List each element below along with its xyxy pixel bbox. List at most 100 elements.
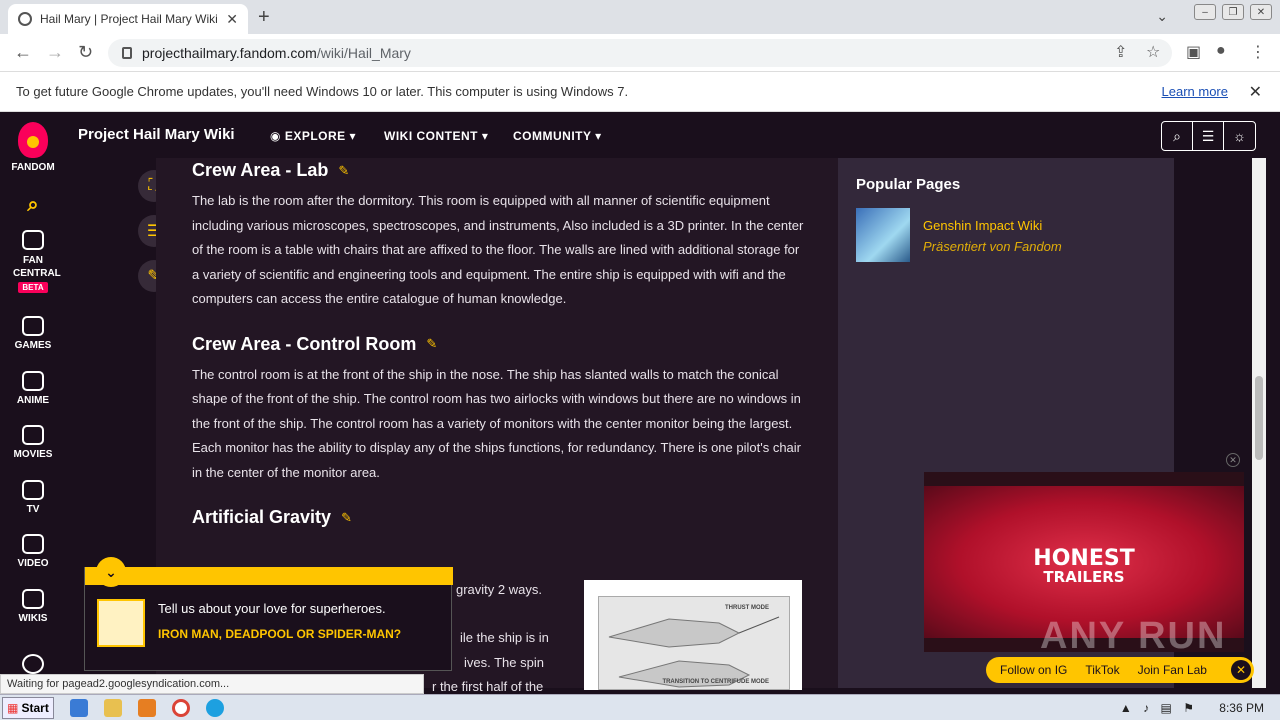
- fandom-flame-icon: [18, 122, 48, 158]
- tv-icon: [22, 480, 44, 500]
- windows-logo-icon: ▦: [7, 701, 19, 715]
- discussions-icon[interactable]: ☰: [1193, 122, 1224, 150]
- explorer-icon[interactable]: [104, 699, 122, 717]
- search-icon[interactable]: ⌕: [0, 194, 66, 217]
- status-bubble: Waiting for pagead2.googlesyndication.co…: [0, 674, 424, 694]
- infobar-message: To get future Google Chrome updates, you…: [16, 84, 629, 99]
- globe-icon: [18, 12, 32, 26]
- quiz-popup: ⌄ Tell us about your love for superheroe…: [84, 557, 453, 671]
- gamepad-icon: [22, 316, 44, 336]
- gravity-fragment: ile the ship is in: [460, 630, 549, 645]
- system-tray: ▲ ♪ ▤ ⚑ 8:36 PM: [1120, 701, 1264, 715]
- section-heading: Crew Area - Control Room ✎: [192, 333, 438, 354]
- wiki-header: Project Hail Mary Wiki ◉ EXPLORE ▾ WIKI …: [66, 112, 1280, 158]
- section-paragraph: The lab is the room after the dormitory.…: [192, 193, 804, 306]
- video-logo-line2: TRAILERS: [1043, 568, 1125, 586]
- learn-more-link[interactable]: Learn more: [1162, 84, 1228, 99]
- quiz-question: Tell us about your love for superheroes.: [158, 601, 386, 616]
- nav-video[interactable]: VIDEO: [0, 534, 66, 569]
- clapperboard-icon: [22, 425, 44, 445]
- clock[interactable]: 8:36 PM: [1219, 701, 1264, 715]
- windows-taskbar: ▦ Start ▲ ♪ ▤ ⚑ 8:36 PM: [0, 694, 1280, 720]
- maximize-button[interactable]: ❐: [1222, 4, 1244, 20]
- global-navigation: FANDOM ⌕ FAN CENTRAL BETA GAMES ANIME MO…: [0, 112, 66, 688]
- article-content: Crew Area - Lab ✎ The lab is the room af…: [192, 158, 804, 528]
- follow-ig-link[interactable]: Follow on IG: [1000, 663, 1067, 677]
- close-window-button[interactable]: ✕: [1250, 4, 1272, 20]
- ship-diagram-image[interactable]: THRUST MODE TRANSITION TO CENTRIFUDE MOD…: [584, 580, 802, 690]
- ie-icon[interactable]: [70, 699, 88, 717]
- address-bar[interactable]: projecthailmary.fandom.com/wiki/Hail_Mar…: [108, 39, 1172, 67]
- search-button[interactable]: ⌕: [1162, 122, 1193, 150]
- wiki-title[interactable]: Project Hail Mary Wiki: [78, 126, 235, 143]
- close-infobar-icon[interactable]: ✕: [1249, 82, 1262, 102]
- gravity-fragment: r the first half of the: [432, 679, 544, 694]
- window-controls: – ❐ ✕: [1194, 4, 1272, 20]
- tray-arrow-icon[interactable]: ▲: [1120, 701, 1132, 715]
- nav-wikis[interactable]: WIKIS: [0, 589, 66, 624]
- chrome-icon[interactable]: [172, 699, 190, 717]
- toolbar: ← → ↻ projecthailmary.fandom.com/wiki/Ha…: [0, 34, 1280, 72]
- genshin-thumbnail[interactable]: [856, 208, 910, 262]
- close-social-icon[interactable]: ✕: [1231, 660, 1251, 680]
- browser-tab[interactable]: Hail Mary | Project Hail Mary Wiki | F ✕: [8, 4, 248, 34]
- url-path: /wiki/Hail_Mary: [316, 45, 411, 61]
- nav-fan-central[interactable]: FAN CENTRAL BETA: [0, 230, 66, 293]
- header-tools: ⌕ ☰ ☼: [1161, 121, 1256, 151]
- play-icon: [22, 534, 44, 554]
- page-scrollbar[interactable]: [1252, 158, 1266, 688]
- fandom-logo[interactable]: FANDOM: [0, 122, 66, 173]
- back-button[interactable]: ←: [14, 42, 32, 63]
- figure-label: THRUST MODE: [725, 605, 769, 611]
- menu-community[interactable]: COMMUNITY ▾: [513, 129, 602, 143]
- join-fan-lab-link[interactable]: Join Fan Lab: [1138, 663, 1207, 677]
- section-heading: Crew Area - Lab ✎: [192, 160, 350, 180]
- popular-page-title[interactable]: Genshin Impact Wiki: [923, 218, 1042, 233]
- tab-search-icon[interactable]: ⌄: [1156, 8, 1168, 25]
- bookmark-star-icon[interactable]: ☆: [1146, 42, 1160, 62]
- collapse-chevron-icon[interactable]: ⌄: [96, 557, 126, 587]
- minimize-button[interactable]: –: [1194, 4, 1216, 20]
- nav-tv[interactable]: TV: [0, 480, 66, 515]
- share-icon[interactable]: ⇪: [1114, 42, 1127, 62]
- tiktok-link[interactable]: TikTok: [1085, 663, 1119, 677]
- gravity-fragment: gravity 2 ways.: [456, 582, 542, 597]
- section-paragraph: The control room is at the front of the …: [192, 366, 802, 480]
- reload-button[interactable]: ↻: [78, 42, 93, 63]
- forward-button[interactable]: →: [46, 42, 64, 63]
- close-tab-icon[interactable]: ✕: [226, 11, 238, 28]
- menu-wiki-content[interactable]: WIKI CONTENT ▾: [384, 129, 488, 143]
- theme-toggle-icon[interactable]: ☼: [1224, 122, 1255, 150]
- side-panel-icon[interactable]: ▣: [1186, 42, 1201, 62]
- edge-icon[interactable]: [206, 699, 224, 717]
- network-icon[interactable]: ▤: [1161, 701, 1172, 715]
- profile-icon[interactable]: ●: [1216, 42, 1226, 60]
- gravity-fragment: ives. The spin: [464, 655, 544, 670]
- anyrun-watermark: ANY RUN: [1040, 615, 1227, 657]
- figure-label: TRANSITION TO CENTRIFUDE MODE: [662, 679, 769, 685]
- menu-kebab-icon[interactable]: ⋮: [1250, 42, 1266, 62]
- scrollbar-thumb[interactable]: [1255, 376, 1263, 460]
- close-video-icon[interactable]: ✕: [1226, 453, 1240, 467]
- edit-section-icon[interactable]: ✎: [426, 336, 437, 352]
- explore-icon: ◉: [270, 129, 285, 143]
- menu-explore[interactable]: ◉ EXPLORE ▾: [270, 129, 356, 143]
- nav-games[interactable]: GAMES: [0, 316, 66, 351]
- quiz-illustration: [97, 599, 145, 647]
- beta-badge: BETA: [18, 282, 48, 293]
- start-button[interactable]: ▦ Start: [2, 697, 54, 719]
- edit-section-icon[interactable]: ✎: [341, 510, 352, 526]
- nav-anime[interactable]: ANIME: [0, 371, 66, 406]
- rocket-icon: [22, 230, 44, 250]
- book-icon: [22, 589, 44, 609]
- tab-strip: Hail Mary | Project Hail Mary Wiki | F ✕…: [0, 0, 1280, 34]
- edit-section-icon[interactable]: ✎: [338, 163, 349, 179]
- new-tab-button[interactable]: +: [258, 6, 270, 29]
- quiz-answer-link[interactable]: IRON MAN, DEADPOOL OR SPIDER-MAN?: [158, 626, 418, 642]
- lock-icon[interactable]: [122, 47, 132, 59]
- nav-movies[interactable]: MOVIES: [0, 425, 66, 460]
- media-player-icon[interactable]: [138, 699, 156, 717]
- popular-pages-heading: Popular Pages: [856, 176, 961, 193]
- volume-icon[interactable]: ♪: [1143, 701, 1149, 715]
- flag-icon[interactable]: ⚑: [1183, 701, 1194, 715]
